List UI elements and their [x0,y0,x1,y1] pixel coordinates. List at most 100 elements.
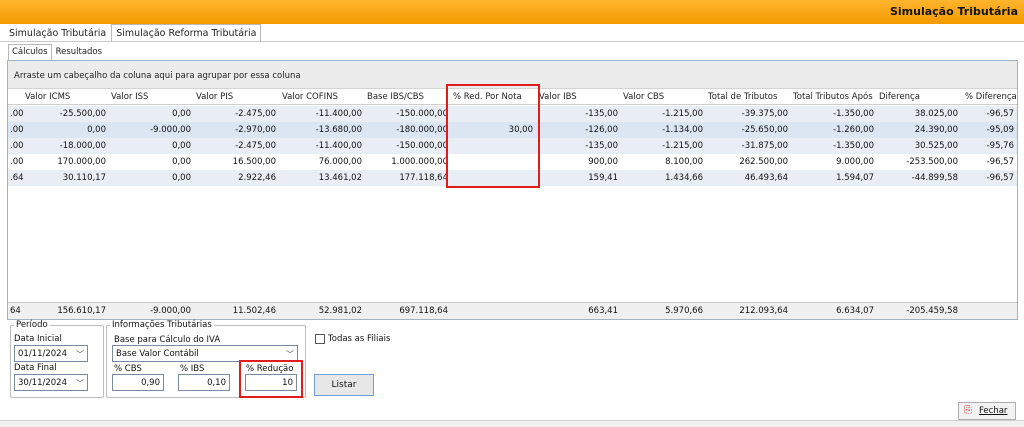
col-header-total-tributos[interactable]: Total de Tributos [708,92,777,102]
table-cell: -150.000,00 [396,109,448,119]
tab-simulacao-tributaria[interactable]: Simulação Tributária [4,24,111,42]
table-cell: .00 [10,157,24,167]
table-cell: -2.475,00 [235,109,276,119]
col-header-valor-cbs[interactable]: Valor CBS [623,92,664,102]
base-calculo-value: Base Valor Contábil [116,349,199,359]
table-cell: 262.500,00 [739,157,788,167]
col-header-perc-diferenca[interactable]: % Diferença [965,92,1017,102]
col-header-diferenca[interactable]: Diferença [879,92,920,102]
periodo-legend: Período [16,320,48,330]
ibs-label: % IBS [180,364,205,374]
table-cell: 24.390,00 [914,125,958,135]
data-inicial-label: Data Inicial [14,334,62,344]
table-cell: 1.594,07 [836,173,874,183]
close-door-icon: ⎘ [964,405,972,416]
chevron-down-icon[interactable]: ﹀ [76,349,84,360]
col-header-base-ibs-cbs[interactable]: Base IBS/CBS [367,92,424,102]
table-cell: 1.000.000,00 [391,157,448,167]
group-by-hint: Arraste um cabeçalho da coluna aqui para… [14,71,301,81]
table-cell: -11.400,00 [315,109,362,119]
tab-calculos[interactable]: Cálculos [8,44,52,60]
todas-filiais-checkbox[interactable] [315,334,325,344]
table-cell: -1.215,00 [662,141,703,151]
total-cell: 697.118,64 [399,306,448,316]
table-cell: 2.922,46 [238,173,276,183]
table-cell: 38.025,00 [914,109,958,119]
table-cell: -253.500,00 [906,157,958,167]
table-cell: -126,00 [585,125,618,135]
total-cell: 5.970,66 [665,306,703,316]
cbs-input[interactable]: 0,90 [112,374,164,391]
table-cell: 159,41 [588,173,618,183]
col-header-valor-iss[interactable]: Valor ISS [111,92,148,102]
table-cell: -9.000,00 [150,125,191,135]
total-cell: -9.000,00 [150,306,191,316]
total-cell: 663,41 [588,306,618,316]
table-cell: -2.475,00 [235,141,276,151]
grid-totals-row: 64 156.610,17 -9.000,00 11.502,46 52.981,02 6… [8,302,1017,319]
table-cell: -25.650,00 [741,125,788,135]
todas-filiais-label: Todas as Filiais [328,334,391,344]
total-cell: -205.459,58 [906,306,958,316]
table-cell: 9.000,00 [836,157,874,167]
info-legend: Informações Tributárias [112,320,212,330]
table-cell: 0,00 [172,157,191,167]
table-cell: 170.000,00 [57,157,106,167]
table-cell: 46.493,64 [744,173,788,183]
table-cell: -95,76 [986,141,1014,151]
base-calculo-label: Base para Cálculo do IVA [114,335,221,345]
data-final-picker[interactable]: 30/11/2024 ﹀ [14,374,88,391]
highlight-reducao [239,360,303,398]
data-inicial-picker[interactable]: 01/11/2024 ﹀ [14,345,88,362]
col-header-valor-ibs[interactable]: Valor IBS [539,92,577,102]
table-cell: -18.000,00 [59,141,106,151]
data-inicial-value: 01/11/2024 [18,349,67,359]
col-header-valor-pis[interactable]: Valor PIS [196,92,233,102]
table-cell: 1.434,66 [665,173,703,183]
table-cell: 0,00 [172,141,191,151]
table-cell: 16.500,00 [232,157,276,167]
listar-button[interactable]: Listar [314,374,374,396]
tab-resultados[interactable]: Resultados [52,44,107,60]
total-cell: 11.502,46 [232,306,276,316]
ibs-input[interactable]: 0,10 [178,374,230,391]
table-cell: 76.000,00 [318,157,362,167]
total-cell: 156.610,17 [57,306,106,316]
table-cell: -1.350,00 [833,109,874,119]
fechar-label: Fechar [979,406,1008,416]
total-cell: 6.634,07 [836,306,874,316]
data-final-value: 30/11/2024 [18,378,67,388]
table-cell: -135,00 [585,109,618,119]
table-cell: 30.110,17 [62,173,106,183]
col-header-total-tributos-apos[interactable]: Total Tributos Após [793,92,873,102]
table-cell: -95,09 [986,125,1014,135]
table-cell: -2.970,00 [235,125,276,135]
table-cell: -44.899,58 [911,173,958,183]
table-cell: 0,00 [172,173,191,183]
sub-tabs: Cálculos Resultados [8,44,106,60]
chevron-down-icon[interactable]: ﹀ [286,349,294,360]
table-cell: -1.260,00 [833,125,874,135]
table-cell: .00 [10,109,24,119]
cbs-label: % CBS [114,364,142,374]
total-cell: 64 [10,306,21,316]
main-tabs: Simulação Tributária Simulação Reforma T… [4,24,262,42]
table-cell: -96,57 [986,173,1014,183]
tab-simulacao-reforma[interactable]: Simulação Reforma Tributária [111,24,262,42]
table-cell: 177.118,64 [399,173,448,183]
data-final-label: Data Final [14,363,57,373]
table-cell: 0,00 [172,109,191,119]
table-cell: -31.875,00 [741,141,788,151]
col-header-valor-icms[interactable]: Valor ICMS [25,92,70,102]
table-cell: 900,00 [588,157,618,167]
status-strip [0,420,1024,427]
table-cell: -13.680,00 [315,125,362,135]
chevron-down-icon[interactable]: ﹀ [76,378,84,389]
total-cell: 52.981,02 [318,306,362,316]
total-cell: 212.093,64 [739,306,788,316]
fechar-button[interactable]: ⎘ Fechar [958,402,1016,420]
table-cell: -180.000,00 [396,125,448,135]
table-cell: -135,00 [585,141,618,151]
col-header-valor-cofins[interactable]: Valor COFINS [282,92,338,102]
window-title: Simulação Tributária [889,5,1018,18]
